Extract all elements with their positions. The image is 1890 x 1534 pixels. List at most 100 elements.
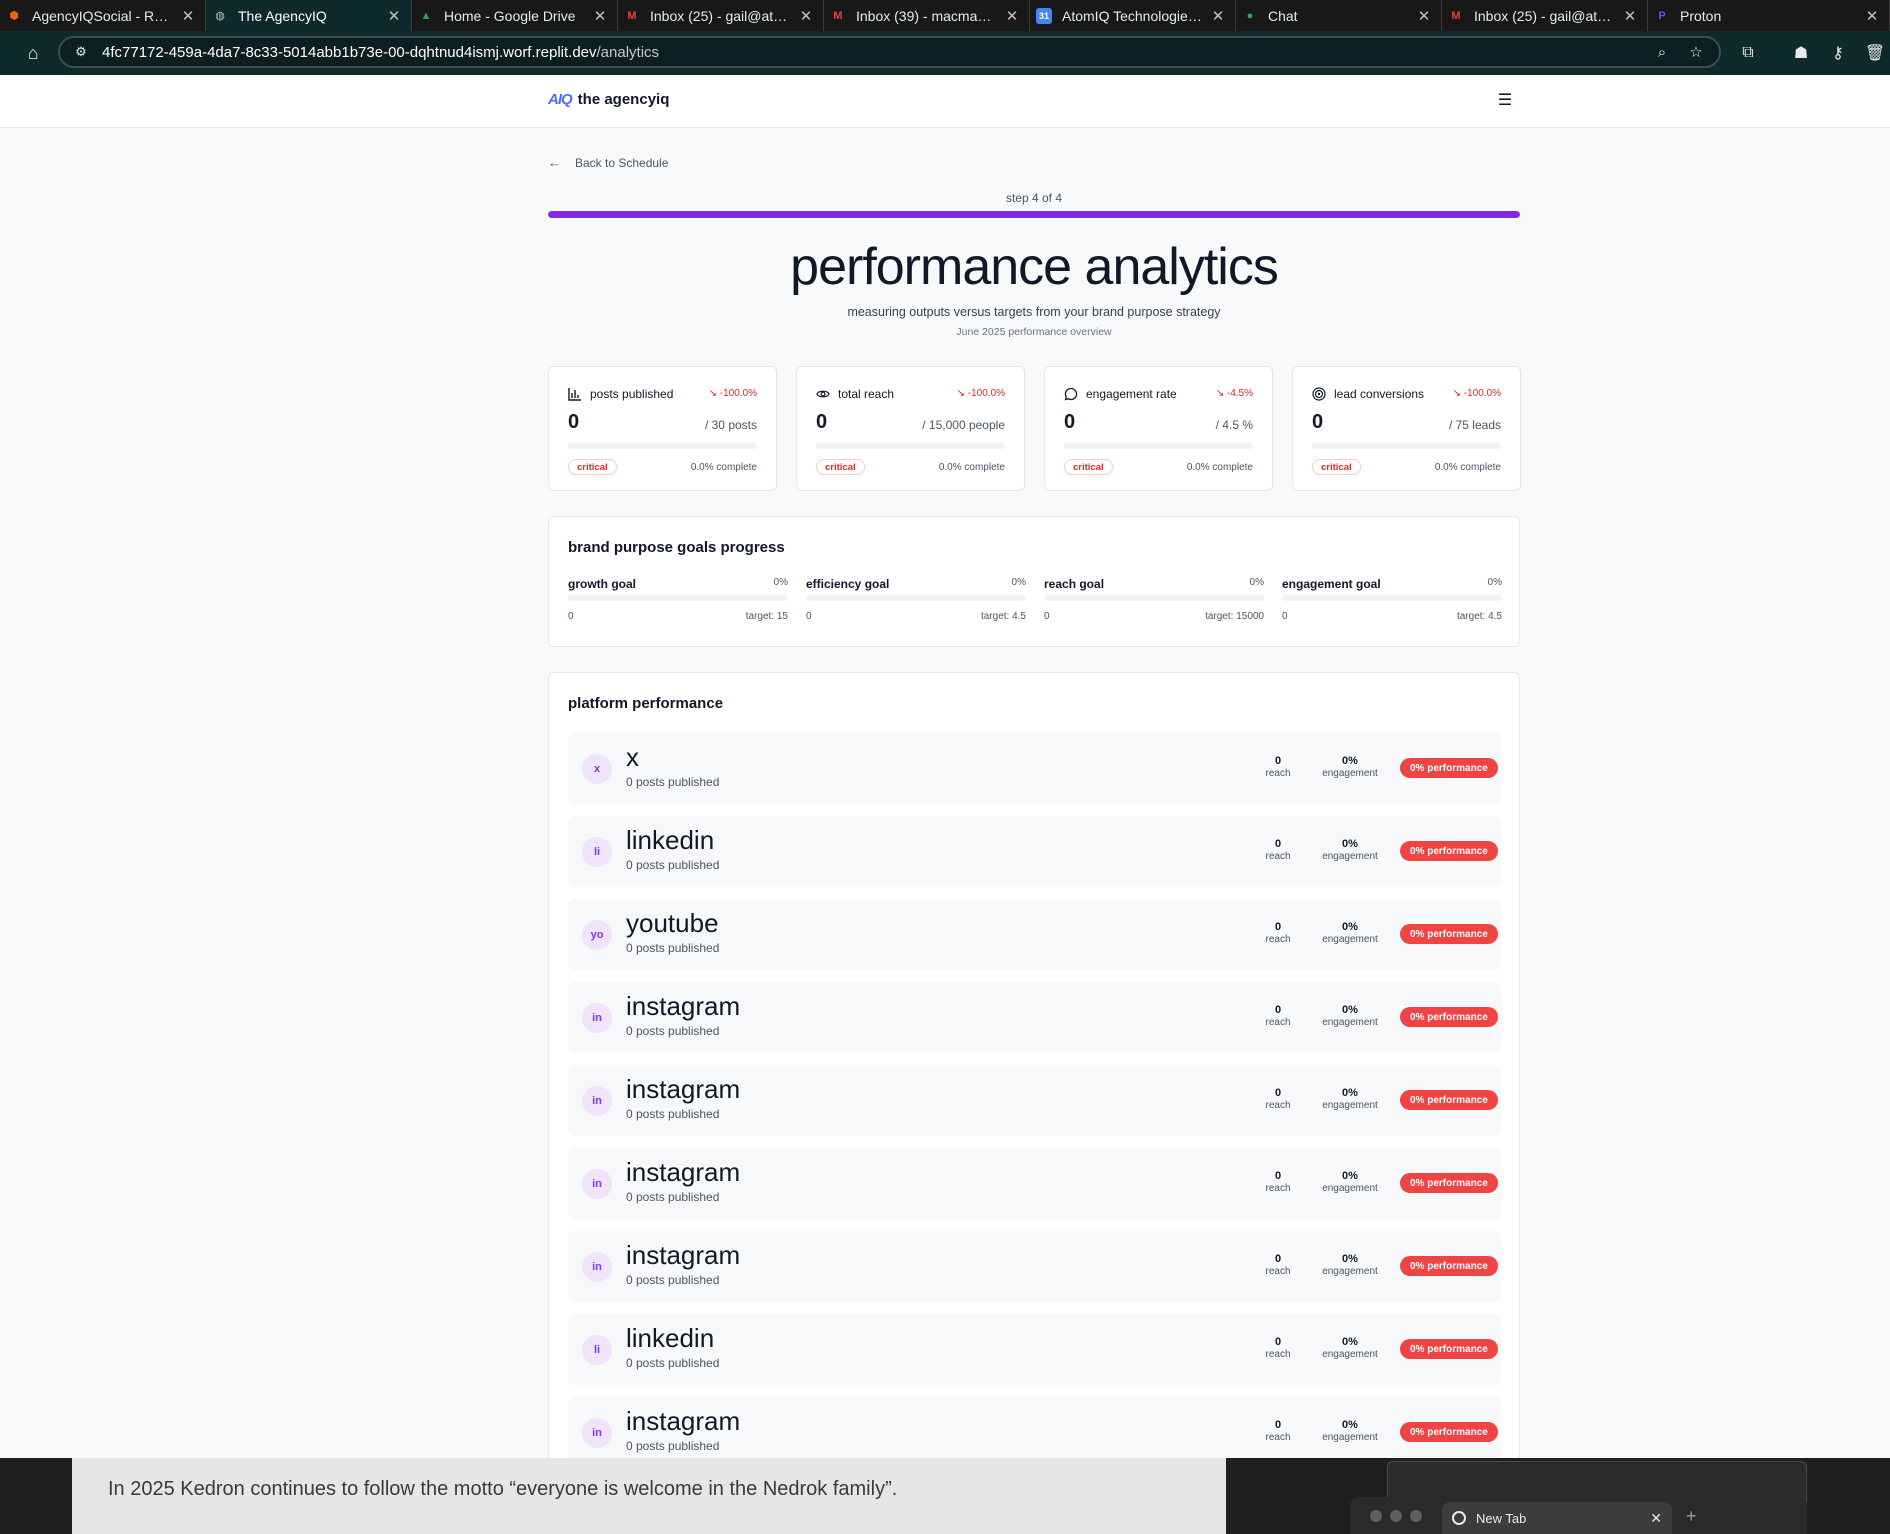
kpi-header: posts published [568, 387, 673, 401]
window-controls[interactable] [1370, 1510, 1430, 1522]
url-text[interactable]: 4fc77172-459a-4da7-8c33-5014abb1b73e-00-… [102, 44, 1639, 61]
goal-name: reach goal [1044, 577, 1105, 591]
kpi-label: total reach [838, 387, 895, 401]
browser-tab[interactable]: M Inbox (25) - gail@atomi ✕ [1442, 0, 1648, 31]
gmail-icon: M [833, 9, 843, 22]
browser-tab[interactable]: ● Chat ✕ [1236, 0, 1442, 31]
platform-row[interactable]: x x 0 posts published 0 reach 0% engagemen… [568, 733, 1501, 804]
platform-row[interactable]: yo youtube 0 posts published 0 reach 0% en… [568, 899, 1501, 970]
target-icon [1312, 387, 1326, 401]
browser-tab[interactable]: P Proton ✕ [1648, 0, 1890, 31]
platform-row[interactable]: li linkedin 0 posts published 0 reach 0% e… [568, 816, 1501, 887]
arrow-left-icon: ← [548, 155, 561, 170]
close-tab-icon[interactable]: ✕ [1623, 7, 1637, 25]
reach-metric: 0 reach [1265, 921, 1291, 945]
back-to-schedule-link[interactable]: ← Back to Schedule [548, 155, 668, 170]
gmail-icon: M [627, 9, 637, 22]
extensions-icon[interactable]: ⧉ [1735, 40, 1761, 66]
engagement-metric: 0% engagement [1322, 838, 1378, 862]
zoom-icon[interactable]: ⌕ [1651, 44, 1673, 61]
browser-tab-active[interactable]: ◍ The AgencyIQ ✕ [206, 0, 412, 31]
platform-posts: 0 posts published [626, 941, 720, 955]
incognito-icon[interactable]: ☗ [1788, 40, 1814, 66]
platform-row[interactable]: li linkedin 0 posts published 0 reach 0% e… [568, 1314, 1501, 1385]
reach-metric: 0 reach [1265, 1419, 1291, 1443]
browser-tab[interactable]: M Inbox (25) - gail@atomi ✕ [618, 0, 824, 31]
new-tab[interactable]: New Tab ✕ [1442, 1502, 1672, 1534]
address-bar[interactable]: ⚙ 4fc77172-459a-4da7-8c33-5014abb1b73e-0… [58, 36, 1721, 68]
close-tab-icon[interactable]: ✕ [799, 7, 813, 25]
platform-avatar: x [582, 754, 612, 784]
close-tab-icon[interactable]: ✕ [1211, 7, 1225, 25]
goal-progress-bar [806, 595, 1026, 601]
browser-tab-strip: ⬢ AgencyIQSocial - Replit ✕ ◍ The Agency… [0, 0, 1890, 31]
platform-row[interactable]: in instagram 0 posts published 0 reach 0%… [568, 1065, 1501, 1136]
new-tab-window: New Tab ✕ + [1350, 1497, 1807, 1534]
close-tab-icon[interactable]: ✕ [1005, 7, 1019, 25]
kpi-progress-bar [568, 443, 757, 449]
trend-down-icon: ↘ [1215, 388, 1227, 399]
browser-tab[interactable]: ▲ Home - Google Drive ✕ [412, 0, 618, 31]
performance-badge: 0% performance [1400, 1339, 1498, 1359]
kpi-target: / 4.5 % [1215, 418, 1253, 432]
tab-title: AtomIQ Technologies - I [1062, 7, 1203, 24]
trash-icon[interactable]: 🗑 [1862, 40, 1888, 66]
close-tab-icon[interactable]: ✕ [1417, 7, 1431, 25]
platform-row[interactable]: in instagram 0 posts published 0 reach 0%… [568, 1231, 1501, 1302]
kpi-complete: 0.0% complete [690, 462, 757, 473]
status-badge: critical [568, 459, 617, 475]
engagement-metric: 0% engagement [1322, 1336, 1378, 1360]
platform-row[interactable]: in instagram 0 posts published 0 reach 0%… [568, 1397, 1501, 1458]
platform-row[interactable]: in instagram 0 posts published 0 reach 0%… [568, 1148, 1501, 1219]
kpi-target: / 75 leads [1448, 418, 1501, 432]
kpi-value: 0 [816, 411, 828, 433]
kpi-target: / 30 posts [704, 418, 757, 432]
kpi-delta: ↘ -100.0% [956, 388, 1005, 399]
kpi-progress-bar [816, 443, 1005, 449]
kpi-value: 0 [1064, 411, 1076, 433]
tab-title: Inbox (39) - macmacan [856, 7, 997, 24]
trend-down-icon: ↘ [1452, 388, 1464, 399]
tab-title: Proton [1680, 7, 1722, 24]
close-tab-icon[interactable]: ✕ [593, 7, 607, 25]
new-tab-plus-icon[interactable]: + [1686, 1506, 1697, 1527]
close-tab-icon[interactable]: ✕ [181, 7, 195, 25]
platform-posts: 0 posts published [626, 1439, 720, 1453]
tab-title: AgencyIQSocial - Replit [32, 7, 173, 24]
platform-performance-card: platform performance x x 0 posts publish… [548, 672, 1520, 1458]
goal-percent: 0% [1011, 577, 1026, 588]
tab-title: Inbox (25) - gail@atomi [1474, 7, 1615, 24]
platform-name: instagram [626, 1157, 741, 1187]
platform-row[interactable]: in instagram 0 posts published 0 reach 0%… [568, 982, 1501, 1053]
browser-tab[interactable]: M Inbox (39) - macmacan ✕ [824, 0, 1030, 31]
reach-metric: 0 reach [1265, 838, 1291, 862]
logo[interactable]: AIQ the agencyiq [548, 91, 669, 108]
home-icon[interactable]: ⌂ [19, 39, 47, 67]
kpi-header: engagement rate [1064, 387, 1177, 401]
close-tab-icon[interactable]: ✕ [387, 7, 401, 25]
site-settings-icon[interactable]: ⚙ [72, 43, 90, 61]
step-progress-bar [548, 211, 1520, 218]
browser-tab[interactable]: ⬢ AgencyIQSocial - Replit ✕ [0, 0, 206, 31]
password-key-icon[interactable]: ⚷ [1825, 40, 1851, 66]
close-tab-icon[interactable]: ✕ [1865, 7, 1879, 25]
reach-metric: 0 reach [1265, 1253, 1291, 1277]
platform-avatar: in [582, 1169, 612, 1199]
close-window-dot[interactable] [1370, 1510, 1382, 1522]
maximize-window-dot[interactable] [1410, 1510, 1422, 1522]
engagement-metric: 0% engagement [1322, 1253, 1378, 1277]
bookmark-star-icon[interactable]: ☆ [1685, 43, 1707, 61]
close-tab-icon[interactable]: ✕ [1650, 1510, 1662, 1527]
minimize-window-dot[interactable] [1390, 1510, 1402, 1522]
engagement-metric: 0% engagement [1322, 1170, 1378, 1194]
platform-posts: 0 posts published [626, 1273, 720, 1287]
section-title: brand purpose goals progress [568, 539, 785, 556]
bar-chart-icon [568, 387, 582, 401]
engagement-metric: 0% engagement [1322, 1419, 1378, 1443]
browser-tab[interactable]: 31 AtomIQ Technologies - I ✕ [1030, 0, 1236, 31]
platform-posts: 0 posts published [626, 775, 720, 789]
platform-avatar: in [582, 1252, 612, 1282]
hamburger-menu-icon[interactable]: ☰ [1495, 90, 1515, 110]
background-document: In 2025 Kedron continues to follow the m… [72, 1458, 1226, 1534]
engagement-metric: 0% engagement [1322, 921, 1378, 945]
